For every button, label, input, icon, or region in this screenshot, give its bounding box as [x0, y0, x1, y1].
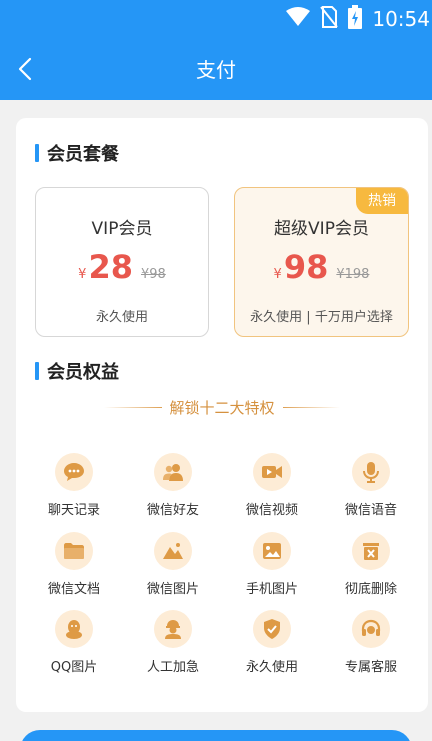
plan-card-super-vip[interactable]: 热销 超级VIP会员 ¥ 98 ¥198 永久使用 | 千万用户选择	[234, 187, 409, 337]
benefit-label: 微信视频	[245, 503, 298, 518]
plan-card-vip[interactable]: VIP会员 ¥ 28 ¥98 永久使用	[35, 187, 209, 337]
membership-section-title: 会员套餐	[47, 144, 119, 165]
benefit-label: 人工加急	[146, 660, 199, 675]
benefit-wechat-friends[interactable]: 微信好友	[123, 453, 223, 518]
pay-button[interactable]	[20, 730, 412, 741]
headset-icon	[352, 610, 390, 648]
benefit-label: 手机图片	[245, 582, 298, 597]
unlock-subtitle: 解锁十二大特权	[169, 398, 275, 417]
hot-sale-badge: 热销	[356, 188, 408, 214]
currency-symbol: ¥	[273, 267, 282, 282]
microphone-icon	[352, 453, 390, 491]
benefit-label: 微信好友	[146, 503, 199, 518]
top-bar: 10:54 支付	[0, 0, 432, 100]
plan-price: 98	[283, 248, 329, 286]
benefit-label: 永久使用	[245, 660, 298, 675]
nav-bar: 支付	[0, 40, 432, 98]
plan-price-row: ¥ 98 ¥198	[235, 248, 408, 286]
wifi-icon	[286, 7, 311, 31]
plan-description: 永久使用	[95, 310, 148, 325]
benefit-label: 聊天记录	[47, 503, 100, 518]
benefit-label: 微信语音	[344, 503, 397, 518]
section-accent-bar	[35, 144, 39, 162]
plan-original-price: ¥198	[336, 267, 370, 282]
benefit-label: QQ图片	[50, 660, 98, 675]
plan-description: 永久使用 | 千万用户选择	[250, 310, 393, 325]
benefit-wechat-docs[interactable]: 微信文档	[24, 532, 124, 597]
phone-image-icon	[253, 532, 291, 570]
benefit-wechat-images[interactable]: 微信图片	[123, 532, 223, 597]
folder-icon	[55, 532, 93, 570]
benefit-wechat-video[interactable]: 微信视频	[222, 453, 322, 518]
shield-check-icon	[253, 610, 291, 648]
battery-charging-icon	[348, 5, 363, 33]
benefit-wechat-voice[interactable]: 微信语音	[321, 453, 421, 518]
friends-icon	[154, 453, 192, 491]
benefit-manual-urgent[interactable]: 人工加急	[123, 610, 223, 675]
qq-penguin-icon	[55, 610, 93, 648]
video-icon	[253, 453, 291, 491]
no-sim-icon	[320, 6, 339, 32]
section-accent-bar	[35, 362, 39, 380]
status-time: 10:54	[372, 7, 430, 31]
membership-section-header: 会员套餐	[35, 140, 119, 166]
delete-icon	[352, 532, 390, 570]
plan-name: 超级VIP会员	[274, 219, 369, 239]
currency-symbol: ¥	[78, 267, 87, 282]
benefit-label: 彻底删除	[344, 582, 397, 597]
worker-icon	[154, 610, 192, 648]
benefit-dedicated-support[interactable]: 专属客服	[321, 610, 421, 675]
chat-bubble-icon	[55, 453, 93, 491]
divider-line	[104, 406, 162, 408]
benefit-label: 专属客服	[344, 660, 397, 675]
status-bar: 10:54	[286, 0, 432, 38]
benefit-chat-records[interactable]: 聊天记录	[24, 453, 124, 518]
benefit-permanent-use[interactable]: 永久使用	[222, 610, 322, 675]
benefit-label: 微信图片	[146, 582, 199, 597]
plan-original-price: ¥98	[140, 267, 166, 282]
unlock-banner: 解锁十二大特权	[104, 394, 341, 420]
benefit-qq-images[interactable]: QQ图片	[24, 610, 124, 675]
benefit-phone-images[interactable]: 手机图片	[222, 532, 322, 597]
benefit-delete-permanently[interactable]: 彻底删除	[321, 532, 421, 597]
plan-name: VIP会员	[91, 219, 153, 239]
image-icon	[154, 532, 192, 570]
plan-price: 28	[88, 248, 133, 286]
divider-line	[282, 406, 341, 408]
plan-price-row: ¥ 28 ¥98	[36, 248, 208, 286]
payment-card: 会员套餐 VIP会员 ¥ 28 ¥98 永久使用 热销 超级VIP会员 ¥ 98…	[16, 118, 428, 712]
benefit-label: 微信文档	[47, 582, 100, 597]
benefits-section-title: 会员权益	[47, 362, 119, 383]
benefits-section-header: 会员权益	[35, 358, 119, 384]
page-title: 支付	[196, 58, 236, 82]
